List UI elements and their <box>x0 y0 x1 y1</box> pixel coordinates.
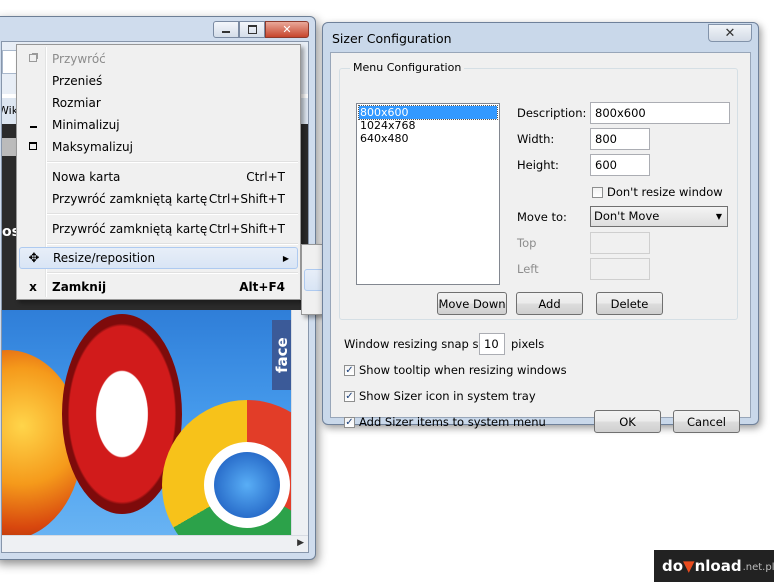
snap-size-label: Window resizing snap size: <box>344 337 499 351</box>
add-button[interactable]: Add <box>516 292 583 315</box>
checkbox-box[interactable]: ✓ <box>344 364 355 376</box>
delete-button[interactable]: Delete <box>596 292 663 315</box>
left-label: Left <box>517 262 539 276</box>
checkbox-label: Don't resize window <box>607 185 723 199</box>
menu-item-shortcut: Ctrl+Shift+T <box>208 222 285 236</box>
move-down-button[interactable]: Move Down <box>437 292 507 315</box>
checkbox-label: Show Sizer icon in system tray <box>359 389 536 403</box>
minimize-icon <box>25 120 41 131</box>
close-window-button[interactable]: ✕ <box>265 21 309 38</box>
ok-button[interactable]: OK <box>594 410 661 433</box>
height-input[interactable]: 600 <box>590 154 650 176</box>
checkbox-label: Add Sizer items to system menu <box>359 415 546 429</box>
download-watermark-logo: do ▼ nload .net.pl <box>654 550 774 582</box>
checkbox-box[interactable]: ✓ <box>344 390 355 402</box>
menu-item-shortcut: Alt+F4 <box>239 280 285 294</box>
menu-item-label: Przywróć zamkniętą kartę <box>52 222 208 236</box>
menu-item-label: Przenieś <box>52 74 103 88</box>
menu-item-label: Minimalizuj <box>52 118 120 132</box>
minimize-window-button[interactable] <box>213 21 239 38</box>
list-item[interactable]: 1024x768 <box>359 119 497 132</box>
watermark-text-1: do <box>662 557 684 575</box>
menu-item-shortcut: Ctrl+Shift+T <box>208 192 285 206</box>
maximize-icon <box>25 141 41 153</box>
top-label: Top <box>517 236 537 250</box>
submenu-arrow-icon: ▶ <box>282 253 289 263</box>
dont-resize-checkbox[interactable]: Don't resize window <box>592 185 723 199</box>
maximize-window-button[interactable] <box>239 21 265 38</box>
move-cross-icon: ✥ <box>28 250 40 266</box>
menu-separator <box>47 213 298 215</box>
checkbox-box[interactable] <box>592 186 603 198</box>
menu-item-reopen-tab-2[interactable]: Przywróć zamkniętą kartę Ctrl+Shift+T <box>19 218 298 240</box>
move-to-dropdown[interactable]: Don't Move ▼ <box>590 206 728 227</box>
horizontal-scrollbar[interactable]: ▶ <box>2 535 308 552</box>
checkbox-label: Show tooltip when resizing windows <box>359 363 567 377</box>
watermark-text-2: nload <box>694 557 742 575</box>
browser-logos-image: face <box>2 310 292 540</box>
system-menu: Przywróć Przenieś Rozmiar Minimalizuj Ma… <box>16 44 301 300</box>
menu-item-label: Zamknij <box>52 280 107 294</box>
menu-item-label: Nowa karta <box>52 170 121 184</box>
maximize-icon <box>247 25 257 34</box>
minimize-icon <box>222 31 230 33</box>
menu-item-label: Przywróć <box>52 52 106 66</box>
add-system-menu-items-checkbox[interactable]: ✓ Add Sizer items to system menu <box>344 415 546 429</box>
menu-item-new-tab[interactable]: Nowa karta Ctrl+T <box>19 166 298 188</box>
width-input[interactable]: 800 <box>590 128 650 150</box>
sizes-listbox[interactable]: 800x600 1024x768 640x480 <box>356 103 500 285</box>
move-to-value: Don't Move <box>594 209 660 223</box>
menu-separator <box>47 161 298 163</box>
menu-item-minimize[interactable]: Minimalizuj <box>19 114 298 136</box>
watermark-tld: .net.pl <box>742 562 774 573</box>
close-x-icon: x <box>29 280 37 294</box>
cancel-button[interactable]: Cancel <box>673 410 740 433</box>
menu-item-label: Resize/reposition <box>53 251 156 265</box>
menu-item-label: Maksymalizuj <box>52 140 133 154</box>
menu-item-label: Przywróć zamkniętą kartę <box>52 192 208 206</box>
menu-item-resize-reposition[interactable]: ✥ Resize/reposition ▶ <box>19 247 298 269</box>
vertical-scrollbar[interactable]: ▼ <box>291 310 308 552</box>
list-item[interactable]: 800x600 <box>358 105 498 120</box>
snap-size-unit: pixels <box>511 337 545 351</box>
width-label: Width: <box>517 132 555 146</box>
left-input[interactable] <box>590 258 650 280</box>
chevron-down-icon: ▼ <box>715 212 722 221</box>
download-arrow-icon: ▼ <box>683 557 695 575</box>
dialog-body: Menu Configuration 800x600 1024x768 640x… <box>330 52 751 433</box>
list-item[interactable]: 640x480 <box>359 132 497 145</box>
scroll-right-arrow-icon[interactable]: ▶ <box>297 538 304 548</box>
restore-icon <box>25 53 41 65</box>
group-label: Menu Configuration <box>350 61 465 74</box>
show-tooltip-checkbox[interactable]: ✓ Show tooltip when resizing windows <box>344 363 567 377</box>
checkbox-box[interactable]: ✓ <box>344 416 355 428</box>
description-input[interactable]: 800x600 <box>590 102 730 124</box>
close-icon: ✕ <box>282 23 292 36</box>
menu-item-close[interactable]: x Zamknij Alt+F4 <box>19 276 298 298</box>
description-label: Description: <box>517 106 587 120</box>
menu-item-shortcut: Ctrl+T <box>246 170 285 184</box>
menu-item-maximize[interactable]: Maksymalizuj <box>19 136 298 158</box>
move-to-label: Move to: <box>517 210 567 224</box>
banner-element <box>2 138 16 156</box>
facebook-side-tab[interactable]: face <box>272 320 292 390</box>
dialog-title: Sizer Configuration <box>332 31 452 46</box>
sizer-configuration-dialog: Sizer Configuration ✕ Menu Configuration… <box>322 22 759 433</box>
snap-size-input[interactable]: 10 <box>479 333 505 355</box>
menu-item-reopen-tab[interactable]: Przywróć zamkniętą kartę Ctrl+Shift+T <box>19 188 298 210</box>
height-label: Height: <box>517 158 559 172</box>
menu-item-restore[interactable]: Przywróć <box>19 48 298 70</box>
window-title-buttons: ✕ <box>213 21 309 38</box>
menu-separator <box>47 243 298 245</box>
menu-item-label: Rozmiar <box>52 96 101 110</box>
dialog-close-button[interactable]: ✕ <box>708 24 752 42</box>
menu-separator <box>47 272 298 274</box>
menu-item-size[interactable]: Rozmiar <box>19 92 298 114</box>
show-tray-icon-checkbox[interactable]: ✓ Show Sizer icon in system tray <box>344 389 536 403</box>
menu-item-move[interactable]: Przenieś <box>19 70 298 92</box>
top-input[interactable] <box>590 232 650 254</box>
close-icon: ✕ <box>724 25 736 41</box>
